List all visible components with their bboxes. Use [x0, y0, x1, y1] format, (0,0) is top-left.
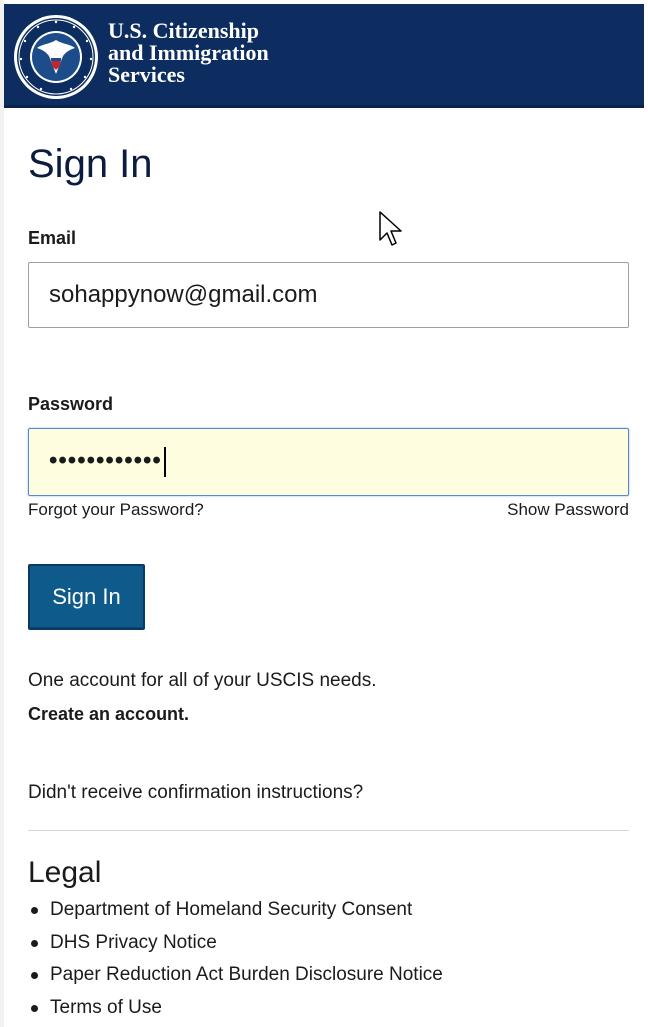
- page: U.S. Citizenship and Immigration Service…: [0, 0, 648, 1027]
- agency-name[interactable]: U.S. Citizenship and Immigration Service…: [108, 20, 269, 86]
- confirmation-instructions-link[interactable]: Didn't receive confirmation instructions…: [28, 782, 363, 804]
- legal-link-privacy-notice[interactable]: DHS Privacy Notice: [28, 931, 443, 964]
- dhs-seal-icon[interactable]: [13, 14, 99, 100]
- left-rule: [0, 0, 4, 1027]
- agency-name-line-3: Services: [108, 62, 185, 87]
- site-header: U.S. Citizenship and Immigration Service…: [4, 4, 644, 108]
- password-field[interactable]: ••••••••••••: [28, 428, 629, 496]
- text-caret: [163, 446, 166, 477]
- divider: [28, 830, 629, 831]
- mouse-pointer-icon: [379, 211, 402, 246]
- show-password-toggle[interactable]: Show Password: [507, 500, 629, 520]
- email-value: sohappynow@gmail.com: [49, 281, 318, 308]
- legal-heading: Legal: [28, 856, 102, 889]
- password-value: ••••••••••••: [49, 447, 162, 474]
- legal-link-paperwork-reduction[interactable]: Paper Reduction Act Burden Disclosure No…: [28, 963, 443, 996]
- page-title: Sign In: [28, 142, 153, 186]
- password-label: Password: [28, 394, 114, 414]
- email-field[interactable]: sohappynow@gmail.com: [28, 262, 629, 328]
- account-tagline: One account for all of your USCIS needs.: [28, 670, 377, 691]
- agency-name-line-1: U.S. Citizenship: [108, 18, 259, 43]
- sign-in-button[interactable]: Sign In: [28, 564, 145, 630]
- email-label: Email: [28, 228, 77, 248]
- legal-link-dhs-consent[interactable]: Department of Homeland Security Consent: [28, 898, 443, 931]
- legal-link-terms-of-use[interactable]: Terms of Use: [28, 996, 443, 1027]
- legal-links: Department of Homeland Security Consent …: [28, 898, 443, 1027]
- create-account-link[interactable]: Create an account.: [28, 704, 189, 725]
- forgot-password-link[interactable]: Forgot your Password?: [28, 500, 204, 520]
- agency-name-line-2: and Immigration: [108, 40, 269, 65]
